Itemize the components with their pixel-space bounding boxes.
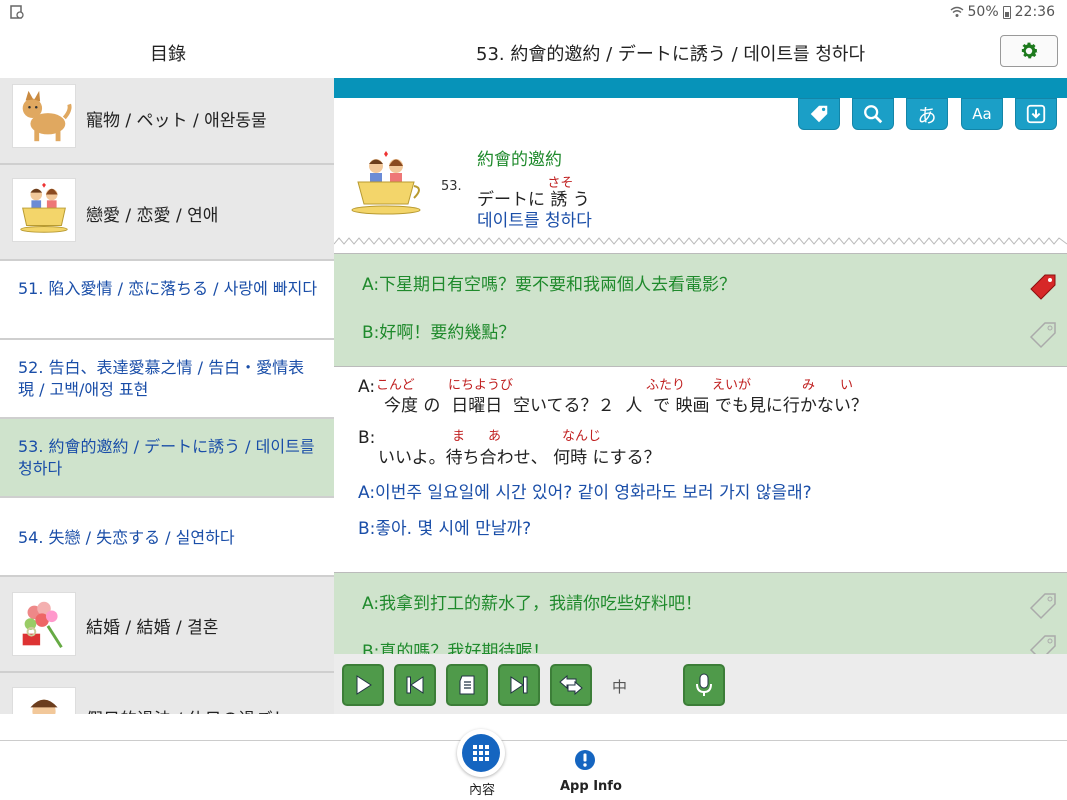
sidebar-item-lesson-53[interactable]: 53. 約會的邀約 / デートに誘う / 데이트를 청하다	[0, 419, 334, 498]
lesson-title-ko: 데이트를 청하다	[477, 211, 592, 231]
ruby: ま	[452, 429, 466, 444]
bookmark-tag-button[interactable]	[798, 98, 840, 130]
sidebar-item-label: 戀愛 / 恋愛 / 연애	[86, 206, 219, 226]
app-header: 目錄 53. 約會的邀約 / デートに誘う / 데이트를 청하다	[0, 26, 1067, 78]
search-button[interactable]	[852, 98, 894, 130]
next-button[interactable]	[498, 664, 540, 706]
previous-button[interactable]	[394, 664, 436, 706]
search-icon	[864, 105, 883, 124]
bookmark-tag-icon[interactable]	[1028, 591, 1058, 621]
dialog-1-a-zh: A:下星期日有空嗎？要不要和我兩個人去看電影？	[362, 270, 736, 295]
dog-icon	[12, 84, 76, 148]
bookmark-tag-active-icon[interactable]	[1028, 272, 1058, 302]
wedding-bouquet-icon	[12, 592, 76, 656]
dialog-1-a-zh-text: 下星期日有空嗎？要不要和我兩個人去看電影？	[379, 275, 737, 295]
dialog-1-b-jp: いいよ。待ち合わせ、 何時 にする？	[378, 448, 661, 468]
lesson-sidebar: 寵物 / ペット / 애완동물 戀愛 / 恋愛 / 연애 51. 陷入愛情 / …	[0, 78, 334, 714]
toolbar-strip	[334, 78, 1067, 98]
dialog-1-b-ko: B:좋아. 몇 시에 만날까?	[358, 519, 532, 539]
sidebar-item-lesson-52[interactable]: 52. 告白、表達愛慕之情 / 告白・愛情表現 / 고백/애정 표현	[0, 340, 334, 419]
dialog-1-b-zh: B:好啊！要約幾點？	[362, 318, 515, 343]
page-title: 53. 約會的邀約 / デートに誘う / 데이트를 청하다	[476, 44, 866, 65]
person-icon	[12, 687, 76, 714]
ruby: なんじ	[562, 429, 602, 444]
font-label: Aa	[972, 105, 992, 123]
lesson-number: 53.	[441, 179, 462, 194]
lesson-title-zh: 約會的邀約	[477, 150, 562, 170]
settings-button[interactable]	[1000, 35, 1058, 67]
speaker-b: B:	[362, 323, 380, 343]
speed-indicator[interactable]: 中	[612, 676, 627, 697]
speaker-a: A:	[362, 275, 380, 295]
sidebar-item-label: 寵物 / ペット / 애완동물	[86, 111, 267, 131]
play-icon	[356, 675, 372, 695]
dialog-1-a-ko: A:이번주 일요일에 시간 있어? 같이 영화라도 보러 가지 않을래?	[358, 483, 812, 503]
sidebar-item-lesson-54[interactable]: 54. 失戀 / 失恋する / 실연하다	[0, 498, 334, 577]
sidebar-item-holiday[interactable]: 假日的過法 / 休日の過ごし	[0, 673, 334, 714]
ruby: あ	[488, 429, 502, 444]
script-button[interactable]	[446, 664, 488, 706]
app-info-tab-label[interactable]: App Info	[560, 779, 622, 794]
speaker-b-label: B:	[358, 428, 376, 448]
grid-icon	[462, 734, 500, 772]
lesson-title-jp-ruby: さそ	[547, 176, 574, 191]
status-bar: 50% 22:36	[0, 0, 1067, 26]
microphone-icon	[696, 673, 712, 696]
contents-tab[interactable]	[457, 729, 505, 777]
sidebar-item-label: 53. 約會的邀約 / デートに誘う / 데이트를 청하다	[18, 437, 315, 478]
notification-icon	[10, 5, 24, 19]
hiragana-label: あ	[917, 104, 937, 127]
hiragana-toggle-button[interactable]: あ	[906, 98, 948, 130]
lesson-heading: 53. 約會的邀約 デートに さそ誘 う 데이트를 청하다	[334, 138, 1067, 243]
gear-icon	[1021, 42, 1038, 59]
dialog-1-chinese[interactable]: A:下星期日有空嗎？要不要和我兩個人去看電影？ B:好啊！要約幾點？	[334, 253, 1067, 367]
sidebar-item-label: 52. 告白、表達愛慕之情 / 告白・愛情表現 / 고백/애정 표현	[18, 358, 305, 399]
dialog-2-a-zh: A:我拿到打工的薪水了，我請你吃些好料吧！	[362, 594, 703, 614]
sidebar-item-romance[interactable]: 戀愛 / 恋愛 / 연애	[0, 165, 334, 261]
skip-forward-icon	[510, 676, 528, 694]
play-button[interactable]	[342, 664, 384, 706]
repeat-button[interactable]	[550, 664, 592, 706]
record-button[interactable]	[683, 664, 725, 706]
sidebar-item-lesson-51[interactable]: 51. 陷入愛情 / 恋に落ちる / 사랑에 빠지다	[0, 261, 334, 340]
couple-in-cup-icon	[12, 178, 76, 242]
clock: 22:36	[1014, 4, 1055, 20]
sidebar-item-label: 54. 失戀 / 失恋する / 실연하다	[18, 528, 235, 547]
speaker-a-label: A:	[358, 377, 376, 397]
sidebar-item-label: 結婚 / 結婚 / 결혼	[86, 618, 219, 638]
sidebar-item-label: 51. 陷入愛情 / 恋に落ちる / 사랑에 빠지다	[18, 279, 318, 298]
skip-back-icon	[406, 676, 424, 694]
contents-tab-label[interactable]: 內容	[469, 779, 495, 798]
sidebar-item-pets[interactable]: 寵物 / ペット / 애완동물	[0, 78, 334, 165]
battery-icon	[1002, 5, 1011, 19]
font-size-button[interactable]: Aa	[961, 98, 1003, 130]
download-icon	[1026, 104, 1046, 124]
playback-controls: 中	[334, 654, 1067, 714]
divider-zigzag	[334, 237, 1067, 245]
dialog-2-b-zh: B:真的嗎？我好期待喔！	[362, 642, 550, 654]
bookmark-tag-icon[interactable]	[1028, 633, 1058, 654]
download-button[interactable]	[1015, 98, 1057, 130]
toc-title: 目錄	[150, 44, 186, 65]
bottom-navigation: 內容 App Info	[0, 729, 1067, 800]
info-icon[interactable]	[574, 749, 596, 771]
sidebar-item-marriage[interactable]: 結婚 / 結婚 / 결혼	[0, 577, 334, 673]
wifi-icon	[950, 6, 963, 17]
dialog-2-chinese[interactable]: A:我拿到打工的薪水了，我請你吃些好料吧！ B:真的嗎？我好期待喔！	[334, 572, 1067, 654]
dialog-1-a-jp: 今度 の 日曜日 空いてる？２ 人 で 映画 でも見に行かない？	[384, 396, 868, 416]
tag-icon	[810, 105, 828, 123]
swap-arrows-icon	[559, 674, 583, 696]
sidebar-item-label: 假日的過法 / 休日の過ごし	[86, 705, 290, 714]
bookmark-tag-icon[interactable]	[1028, 320, 1058, 350]
dialog-1-b-zh-text: 好啊！要約幾點？	[379, 323, 516, 343]
document-icon	[459, 675, 475, 695]
battery-percent: 50%	[967, 4, 999, 20]
couple-in-cup-icon	[351, 151, 421, 215]
lesson-content: あ Aa 53. 約會的邀約 デートに さそ誘 う 데이트를 청하다 A:下星期…	[334, 78, 1067, 654]
